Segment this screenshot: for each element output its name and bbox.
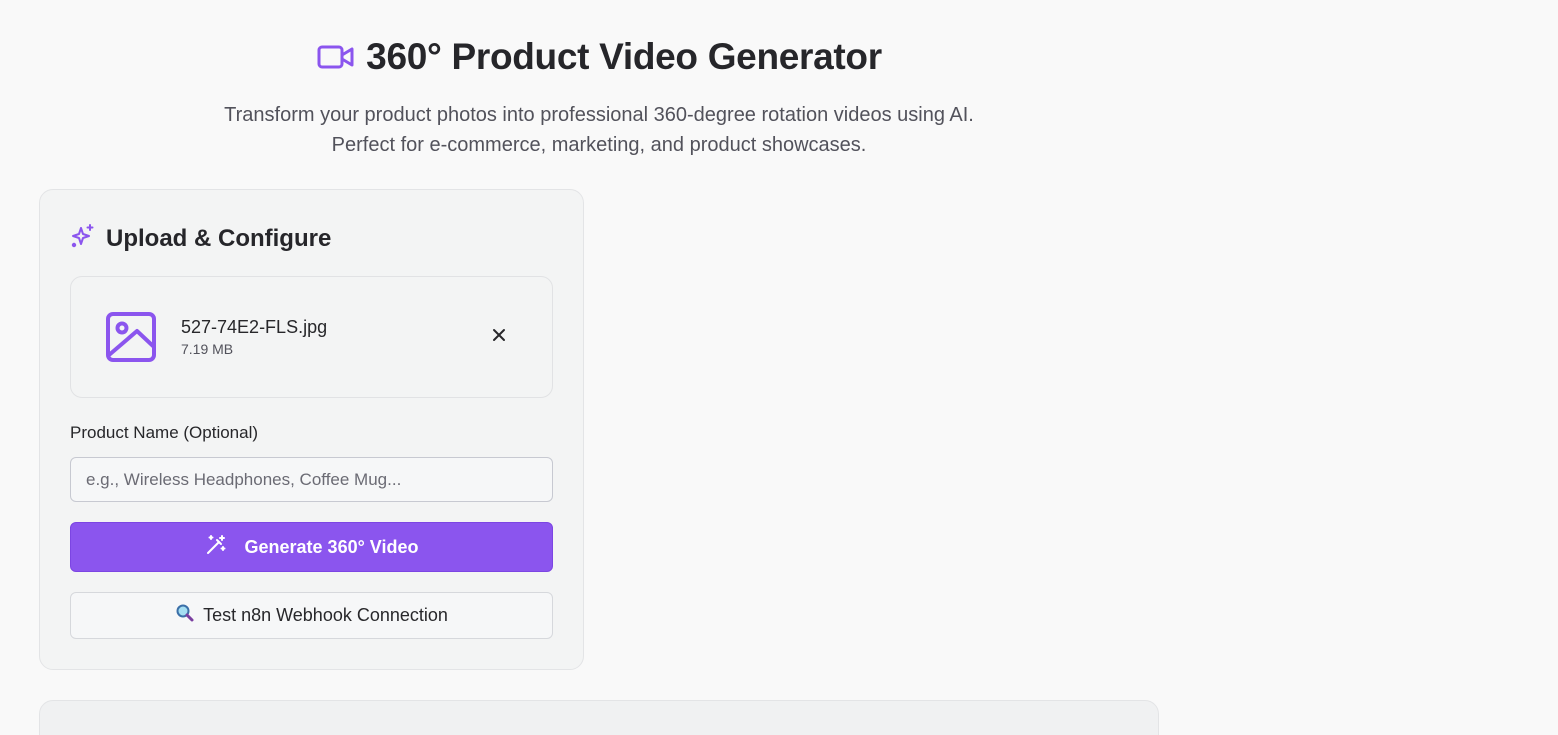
generate-video-label: Generate 360° Video [244,536,419,557]
file-name: 527-74E2-FLS.jpg [181,317,328,337]
uploaded-file-preview: 527-74E2-FLS.jpg 7.19 MB [70,276,553,398]
sparkles-icon [70,223,96,254]
results-panel [39,700,1159,735]
generate-video-button[interactable]: Generate 360° Video [70,522,553,572]
card-title: Upload & Configure [106,224,332,252]
subtitle-line-2: Perfect for e-commerce, marketing, and p… [331,134,867,156]
upload-configure-card: Upload & Configure 527-74E2-FLS.jpg 7.19… [39,189,584,670]
header: 360° Product Video Generator Transform y… [0,34,1198,160]
file-size: 7.19 MB [181,341,234,357]
subtitle: Transform your product photos into profe… [0,100,1198,160]
page: 360° Product Video Generator Transform y… [0,0,1558,735]
magnifying-glass-icon [175,603,195,628]
card-header: Upload & Configure [70,223,331,254]
remove-file-button[interactable] [487,325,511,349]
video-camera-icon [316,42,356,72]
close-icon [492,328,506,347]
image-icon [105,311,157,363]
title-row: 360° Product Video Generator [0,34,1198,80]
product-name-label: Product Name (Optional) [70,423,259,442]
page-title: 360° Product Video Generator [366,36,882,77]
subtitle-line-1: Transform your product photos into profe… [224,104,974,126]
test-webhook-label: Test n8n Webhook Connection [203,605,448,625]
test-webhook-button[interactable]: Test n8n Webhook Connection [70,592,553,639]
magic-wand-icon [205,534,227,561]
product-name-input[interactable] [70,457,553,502]
